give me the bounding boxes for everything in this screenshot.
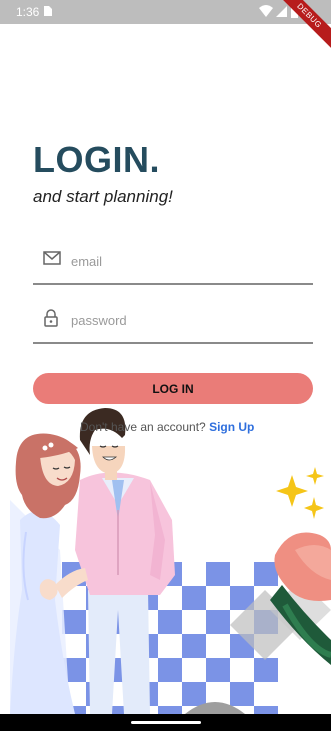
checker-square [182,634,206,658]
email-field[interactable] [33,243,313,285]
checker-square [254,658,278,682]
checker-square [62,610,86,634]
lock-icon [44,309,58,327]
page-title: LOGIN. [33,139,160,180]
checker-square [158,610,182,634]
email-input[interactable] [71,249,301,273]
checker-square [206,610,230,634]
checker-square [206,658,230,682]
wifi-icon [259,5,273,17]
checker-square [254,706,278,714]
signup-question: Don't have an account? [80,420,206,434]
signup-link[interactable]: Sign Up [209,420,254,434]
signal-icon [276,6,287,17]
status-time: 1:36 [16,5,40,19]
wedding-couple-illustration [10,408,331,714]
checker-square [230,682,254,706]
checker-square [254,562,278,586]
home-handle[interactable] [131,721,201,724]
navigation-bar [0,714,331,731]
password-input[interactable] [71,308,301,332]
checker-square [158,706,182,714]
checker-square [158,658,182,682]
password-field[interactable] [33,302,313,344]
checker-square [206,562,230,586]
status-bar: 1:36 [0,0,331,24]
page-subtitle: and start planning! [33,187,173,206]
signup-prompt: Don't have an account? Sign Up [80,420,254,434]
mail-icon [43,251,61,265]
checker-square [182,682,206,706]
sim-card-icon [44,6,52,16]
sparkle-icon [276,467,324,519]
checker-square [182,586,206,610]
